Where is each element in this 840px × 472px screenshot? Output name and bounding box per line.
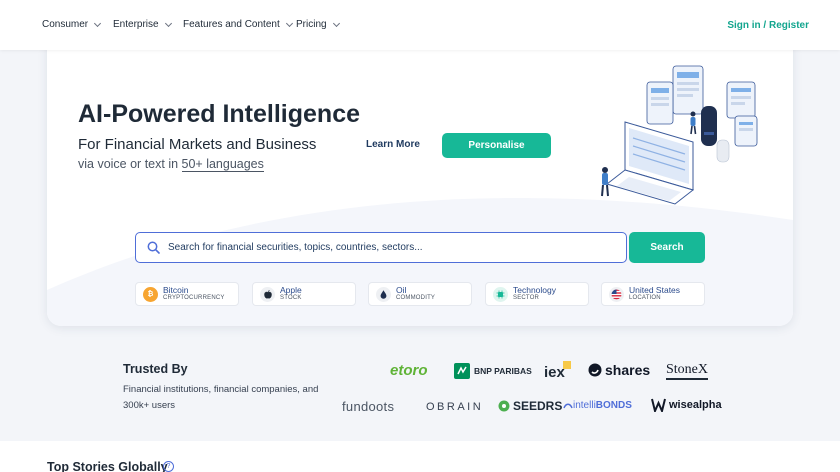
iex-text: iex — [544, 364, 565, 381]
intellibonds-logo: intelli BONDS — [563, 400, 632, 411]
search-input[interactable] — [168, 242, 608, 253]
search-button[interactable]: Search — [629, 232, 705, 263]
nav-pricing-label: Pricing — [296, 19, 327, 30]
personalise-button[interactable]: Personalise — [442, 133, 551, 158]
bitcoin-icon: ₿ — [143, 286, 158, 302]
laptop-illustration — [605, 121, 695, 205]
chevron-down-icon — [285, 19, 293, 27]
chip-name: United States — [629, 285, 681, 296]
nav-consumer-label: Consumer — [42, 19, 89, 30]
fundoots-logo: fundoots — [342, 399, 395, 414]
hero-languages-line: via voice or text in 50+ languages — [78, 157, 264, 172]
nav-features-label: Features and Content — [183, 19, 280, 30]
hero-languages-prefix: via voice or text in — [78, 157, 182, 171]
apple-icon — [260, 286, 275, 302]
chip-united-states[interactable]: United States LOCATION — [601, 282, 705, 306]
chevron-down-icon — [164, 19, 172, 27]
bnp-paribas-logo: BNP PARIBAS — [454, 363, 532, 379]
chip-name: Oil — [396, 285, 407, 296]
chip-type: CRYPTOCURRENCY — [163, 295, 225, 302]
nav-enterprise-label: Enterprise — [113, 19, 159, 30]
shares-logo: shares — [588, 362, 650, 378]
nav-pricing[interactable]: Pricing — [296, 19, 340, 30]
shares-icon — [588, 363, 602, 377]
chip-bitcoin[interactable]: ₿ Bitcoin CRYPTOCURRENCY — [135, 282, 239, 306]
us-flag-icon — [609, 286, 624, 302]
chip-apple[interactable]: Apple STOCK — [252, 282, 356, 306]
learn-more-link[interactable]: Learn More — [366, 139, 420, 150]
seedrs-text: SEEDRS — [513, 399, 563, 413]
hero-subtitle: For Financial Markets and Business — [78, 136, 317, 153]
chip-name: Apple — [280, 285, 302, 296]
trusted-by-title: Trusted By — [123, 362, 188, 376]
chevron-down-icon — [94, 19, 102, 27]
search-box[interactable] — [135, 232, 627, 263]
shares-text: shares — [605, 362, 651, 378]
chip-name: Technology — [513, 285, 557, 296]
top-navigation-bar: Consumer Enterprise Features and Content… — [0, 0, 840, 50]
nav-consumer[interactable]: Consumer — [42, 19, 102, 30]
chip-type: COMMODITY — [396, 295, 436, 302]
languages-link[interactable]: 50+ languages — [181, 157, 264, 172]
top-stories-title: Top Stories Globally — [47, 460, 168, 472]
iex-square-icon — [562, 361, 571, 369]
oil-drop-icon — [376, 286, 391, 302]
hero-title: AI-Powered Intelligence — [78, 100, 361, 128]
search-icon — [147, 241, 160, 254]
wisealpha-logo: wisealpha — [651, 398, 722, 412]
trusted-by-description: Financial institutions, financial compan… — [123, 384, 319, 411]
wisealpha-icon — [651, 398, 666, 412]
obrain-logo: OBRAIN — [426, 401, 484, 413]
chip-technology[interactable]: Technology SECTOR — [485, 282, 589, 306]
hero-illustration — [601, 65, 758, 205]
chip-oil[interactable]: Oil COMMODITY — [368, 282, 472, 306]
intellibonds-icon — [563, 403, 573, 408]
chip-name: Bitcoin — [163, 285, 189, 296]
iex-logo: iex — [544, 361, 571, 381]
nav-features-and-content[interactable]: Features and Content — [183, 19, 293, 30]
stonex-logo: StoneX — [666, 362, 708, 380]
intellibonds-text: intelli — [573, 400, 596, 411]
help-icon[interactable]: ? — [163, 461, 174, 472]
wisealpha-text: wisealpha — [669, 399, 722, 411]
seedrs-logo: SEEDRS — [498, 399, 562, 413]
chip-type: LOCATION — [629, 295, 661, 302]
smart-speaker-illustration — [701, 106, 730, 163]
bnp-paribas-icon — [454, 363, 470, 379]
etoro-logo: etoro — [390, 362, 428, 379]
hero-card: AI-Powered Intelligence For Financial Ma… — [47, 40, 793, 326]
seedrs-icon — [498, 400, 510, 412]
intellibonds-bold-text: BONDS — [595, 400, 632, 411]
chip-icon — [493, 286, 508, 302]
nav-enterprise[interactable]: Enterprise — [113, 19, 172, 30]
chevron-down-icon — [332, 19, 340, 27]
chip-type: STOCK — [280, 295, 302, 302]
sign-in-register-link[interactable]: Sign in / Register — [727, 20, 809, 31]
bnp-paribas-text: BNP PARIBAS — [474, 366, 532, 376]
chip-type: SECTOR — [513, 295, 540, 302]
